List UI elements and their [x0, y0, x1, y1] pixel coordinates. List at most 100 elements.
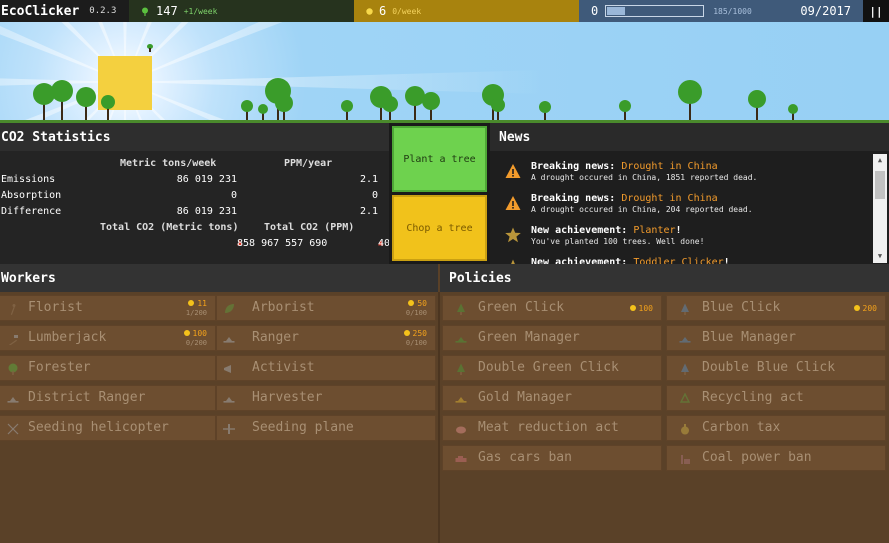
policy-name: Green Manager: [478, 330, 580, 345]
policies-title: Policies: [440, 264, 889, 292]
worker-name: Ranger: [252, 330, 299, 345]
policy-name: Double Green Click: [478, 360, 619, 375]
policy-card[interactable]: Recycling act: [666, 385, 886, 411]
worker-price: 250: [403, 329, 427, 338]
worker-name: Harvester: [252, 390, 323, 405]
worker-card[interactable]: Ranger 250 0/100: [216, 325, 436, 351]
worker-name: Activist: [252, 360, 315, 375]
plane-icon: [223, 423, 235, 435]
policy-card[interactable]: Coal power ban: [666, 445, 886, 471]
news-detail: You've planted 100 trees. Well done!: [531, 237, 705, 246]
tree: [241, 100, 253, 120]
policy-card[interactable]: Carbon tax: [666, 415, 886, 441]
worker-name: Arborist: [252, 300, 315, 315]
worker-name: Forester: [28, 360, 91, 375]
progress-panel: 0 185/1000 09/2017: [579, 0, 863, 22]
worker-owned: 0/100: [405, 339, 427, 347]
col-ppm-header: PPM/year: [284, 158, 333, 169]
tree: [275, 94, 293, 120]
worker-card[interactable]: District Ranger: [0, 385, 216, 411]
progress-bar: [605, 5, 705, 17]
green-tree-icon: [455, 303, 467, 315]
policy-name: Double Blue Click: [702, 360, 836, 375]
gold-hat-icon: [455, 393, 467, 405]
row-label: Difference: [1, 206, 62, 217]
worker-card[interactable]: Seeding plane: [216, 415, 436, 441]
co2-header-row: Metric tons/week PPM/year: [0, 158, 389, 174]
row-ppm: 2.1: [359, 174, 378, 185]
pause-button[interactable]: ||: [863, 0, 889, 22]
car-icon: [455, 453, 467, 465]
chop-tree-button[interactable]: Chop a tree: [392, 195, 487, 261]
tree: [101, 95, 115, 120]
game-screen: EcoClicker 0.2.3 147 +1/week 6 0/week 0 …: [0, 0, 889, 543]
tree: [51, 80, 73, 120]
worker-card[interactable]: Florist 11 1/200: [0, 295, 216, 321]
blue-hat-icon: [679, 333, 691, 345]
worker-owned: 0/100: [405, 309, 427, 317]
news-highlight: Drought in China: [621, 161, 718, 172]
app-version: 0.2.3: [89, 6, 117, 16]
coin-icon: [629, 305, 636, 311]
price-value: 100: [192, 329, 207, 338]
worker-card[interactable]: Activist: [216, 355, 436, 381]
plant-tree-button[interactable]: Plant a tree: [392, 126, 487, 192]
news-item: New achievement: Planter! You've planted …: [490, 220, 873, 252]
leaf-icon: [223, 303, 235, 315]
co2-statistics-panel: CO2 Statistics Metric tons/week PPM/year…: [0, 123, 396, 264]
trees-count: 147: [156, 4, 178, 18]
policy-card[interactable]: Gold Manager: [442, 385, 662, 411]
worker-card[interactable]: Seeding helicopter: [0, 415, 216, 441]
policy-card[interactable]: Gas cars ban: [442, 445, 662, 471]
worker-card[interactable]: Harvester: [216, 385, 436, 411]
news-detail: A drought occured in China, 204 reported…: [531, 205, 753, 214]
news-item: Breaking news: Drought in China A drought…: [490, 156, 873, 188]
policy-name: Recycling act: [702, 390, 804, 405]
double-blue-tree-icon: [679, 363, 691, 375]
policy-card[interactable]: Blue Manager: [666, 325, 886, 351]
harvester-icon: [223, 393, 235, 405]
ranger-hat-icon: [223, 333, 235, 345]
tree: [748, 90, 766, 120]
scroll-up-icon[interactable]: ▲: [873, 154, 887, 167]
row-ppm: 2.1: [359, 206, 378, 217]
action-buttons: Plant a tree Chop a tree: [389, 123, 490, 264]
co2-total-row: ▲ 858 967 557 690 ▲ 403: [0, 238, 396, 254]
policy-card[interactable]: Green Manager: [442, 325, 662, 351]
policy-card[interactable]: Double Blue Click: [666, 355, 886, 381]
money-count: 6: [379, 4, 387, 18]
recycle-icon: [679, 392, 691, 405]
policy-card[interactable]: Double Green Click: [442, 355, 662, 381]
news-prefix: New achievement:: [531, 225, 628, 236]
coin-icon: [188, 300, 195, 306]
news-headline: Breaking news: Drought in China: [531, 188, 873, 204]
progress-value: 0: [591, 4, 599, 18]
top-bar: EcoClicker 0.2.3 147 +1/week 6 0/week 0 …: [0, 0, 889, 22]
price-value: 50: [417, 299, 427, 308]
sprout-icon: [147, 44, 153, 52]
policy-card[interactable]: Green Click 100: [442, 295, 662, 321]
double-green-tree-icon: [455, 363, 467, 375]
tree: [788, 104, 798, 120]
policy-card[interactable]: Blue Click 200: [666, 295, 886, 321]
scrollbar-thumb[interactable]: [875, 171, 885, 199]
worker-name: Seeding helicopter: [28, 420, 169, 435]
co2-table: Metric tons/week PPM/year Emissions 86 0…: [0, 158, 396, 254]
app-name: EcoClicker: [1, 3, 80, 19]
worker-card[interactable]: Arborist 50 0/100: [216, 295, 436, 321]
helicopter-icon: [7, 423, 19, 435]
worker-card[interactable]: Lumberjack 100 0/200: [0, 325, 216, 351]
worker-card[interactable]: Forester: [0, 355, 216, 381]
policy-name: Blue Click: [702, 300, 781, 315]
pause-icon: ||: [869, 4, 883, 18]
news-list: Breaking news: Drought in China A drought…: [490, 156, 873, 264]
co2-total-label-row: Total CO2 (Metric tons) Total CO2 (PPM): [0, 222, 389, 238]
progress-count: 185/1000: [713, 6, 752, 16]
policy-card[interactable]: Meat reduction act: [442, 415, 662, 441]
news-headline: New achievement: Toddler Clicker!: [531, 252, 873, 264]
total-tons-label: Total CO2 (Metric tons): [100, 222, 239, 233]
scroll-down-icon[interactable]: ▼: [873, 250, 887, 263]
coin-icon: [183, 330, 190, 336]
tree: [539, 101, 551, 120]
news-scrollbar[interactable]: ▲ ▼: [873, 154, 887, 263]
